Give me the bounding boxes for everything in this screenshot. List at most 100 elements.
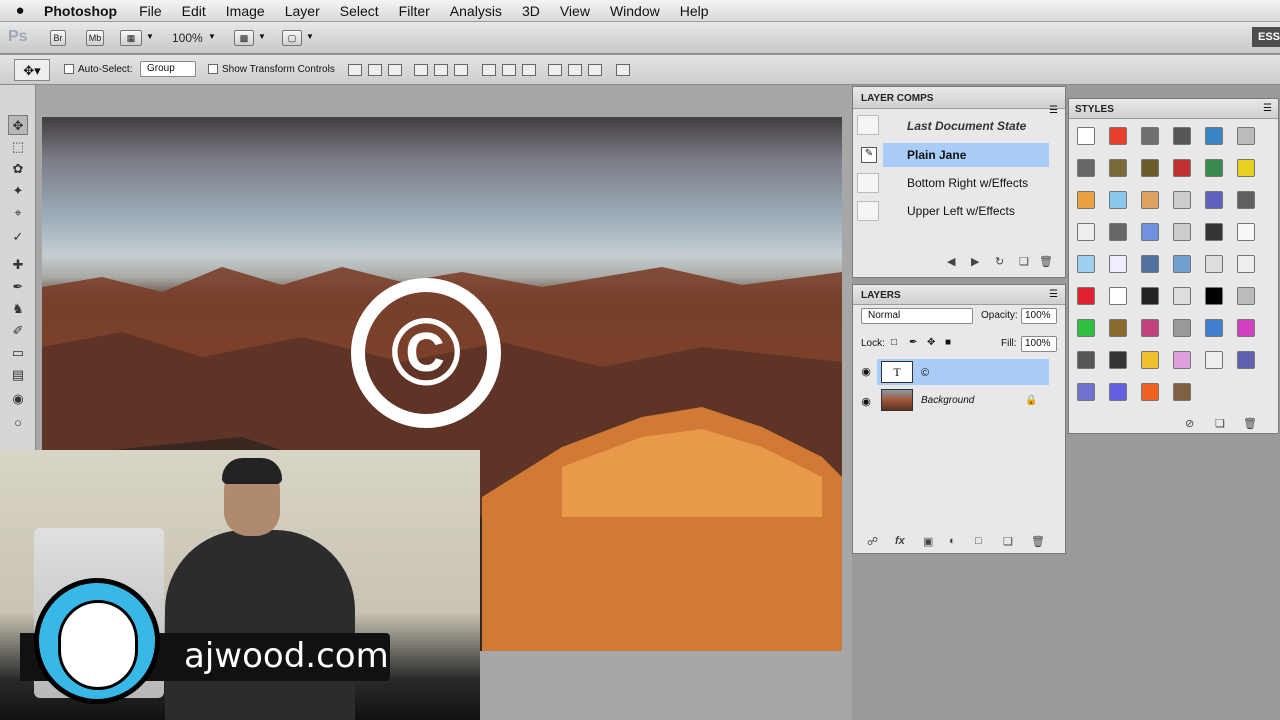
style-swatch[interactable]: [1077, 127, 1095, 145]
menu-edit[interactable]: Edit: [172, 3, 216, 19]
style-swatch[interactable]: [1237, 159, 1255, 177]
comp-item-upper-left[interactable]: Upper Left w/Effects: [883, 201, 1049, 223]
previous-comp-icon[interactable]: ◀: [947, 255, 955, 268]
fill-field[interactable]: 100%: [1021, 336, 1057, 352]
new-layer-icon[interactable]: ❏: [1003, 535, 1013, 548]
style-swatch[interactable]: [1077, 191, 1095, 209]
style-swatch[interactable]: [1141, 159, 1159, 177]
style-swatch[interactable]: [1173, 127, 1191, 145]
style-swatch[interactable]: [1077, 319, 1095, 337]
launch-bridge-button[interactable]: Br: [50, 30, 66, 46]
menu-file[interactable]: File: [129, 3, 172, 19]
style-swatch[interactable]: [1205, 319, 1223, 337]
menu-window[interactable]: Window: [600, 3, 670, 19]
lock-all-icon[interactable]: ■: [945, 337, 951, 348]
menu-filter[interactable]: Filter: [389, 3, 440, 19]
style-swatch[interactable]: [1237, 287, 1255, 305]
layer-name[interactable]: ©: [921, 367, 929, 379]
quick-selection-tool-icon[interactable]: ✦: [8, 181, 28, 201]
align-left-icon[interactable]: [414, 64, 428, 76]
lasso-tool-icon[interactable]: ✿: [8, 159, 28, 179]
style-swatch[interactable]: [1205, 191, 1223, 209]
style-swatch[interactable]: [1109, 287, 1127, 305]
lock-position-icon[interactable]: ✥: [927, 337, 935, 348]
distribute-left-icon[interactable]: [548, 64, 562, 76]
adjustment-layer-icon[interactable]: ◐: [949, 535, 956, 547]
gradient-tool-icon[interactable]: ▤: [8, 365, 28, 385]
style-swatch[interactable]: [1109, 223, 1127, 241]
distribute-hcenter-icon[interactable]: [568, 64, 582, 76]
panel-menu-icon[interactable]: ☰: [1263, 103, 1272, 114]
menu-layer[interactable]: Layer: [275, 3, 330, 19]
menu-help[interactable]: Help: [670, 3, 719, 19]
align-horizontal-center-icon[interactable]: [434, 64, 448, 76]
style-swatch[interactable]: [1205, 255, 1223, 273]
style-swatch[interactable]: [1141, 319, 1159, 337]
healing-brush-tool-icon[interactable]: ✚: [8, 255, 28, 275]
layer-comps-tab[interactable]: LAYER COMPS: [853, 87, 1065, 109]
delete-comp-icon[interactable]: 🗑: [1039, 255, 1053, 268]
align-right-icon[interactable]: [454, 64, 468, 76]
chevron-down-icon[interactable]: ▼: [146, 32, 154, 41]
new-group-icon[interactable]: □: [975, 535, 982, 547]
comp-apply-box[interactable]: [857, 115, 879, 135]
mini-bridge-button[interactable]: Mb: [86, 30, 104, 46]
style-swatch[interactable]: [1237, 351, 1255, 369]
essentials-workspace-button[interactable]: ESS: [1252, 27, 1280, 47]
marquee-tool-icon[interactable]: ⬚: [8, 137, 28, 157]
style-swatch[interactable]: [1173, 351, 1191, 369]
layer-name[interactable]: Background: [921, 395, 974, 406]
eyedropper-tool-icon[interactable]: ✓: [8, 227, 28, 247]
app-menu[interactable]: Photoshop: [40, 3, 129, 19]
next-comp-icon[interactable]: ▶: [971, 255, 979, 268]
brush-tool-icon[interactable]: ✒: [8, 277, 28, 297]
crop-tool-icon[interactable]: ⌖: [8, 203, 28, 223]
style-swatch[interactable]: [1173, 191, 1191, 209]
new-style-icon[interactable]: ❏: [1215, 417, 1225, 430]
style-swatch[interactable]: [1109, 159, 1127, 177]
history-brush-tool-icon[interactable]: ✐: [8, 321, 28, 341]
style-swatch[interactable]: [1173, 319, 1191, 337]
style-swatch[interactable]: [1141, 127, 1159, 145]
distribute-top-icon[interactable]: [482, 64, 496, 76]
comp-apply-box[interactable]: [857, 201, 879, 221]
layers-tab[interactable]: LAYERS: [853, 285, 1065, 305]
style-swatch[interactable]: [1173, 383, 1191, 401]
distribute-center-icon[interactable]: [502, 64, 516, 76]
auto-select-checkbox[interactable]: [64, 64, 74, 74]
view-extras-icon[interactable]: ▦: [120, 30, 142, 46]
style-swatch[interactable]: [1109, 351, 1127, 369]
add-mask-icon[interactable]: ▣: [923, 535, 933, 548]
new-comp-icon[interactable]: ❏: [1019, 255, 1029, 268]
blur-tool-icon[interactable]: ◉: [8, 389, 28, 409]
delete-style-icon[interactable]: 🗑: [1243, 417, 1257, 430]
style-swatch[interactable]: [1237, 223, 1255, 241]
comp-applied-icon[interactable]: ✎: [861, 147, 877, 163]
style-swatch[interactable]: [1109, 127, 1127, 145]
style-swatch[interactable]: [1173, 255, 1191, 273]
chevron-down-icon[interactable]: ▼: [306, 32, 314, 41]
menu-select[interactable]: Select: [330, 3, 389, 19]
style-swatch[interactable]: [1109, 255, 1127, 273]
move-tool-icon[interactable]: ✥: [8, 115, 28, 135]
chevron-down-icon[interactable]: ▼: [258, 32, 266, 41]
distribute-right-icon[interactable]: [588, 64, 602, 76]
zoom-dropdown-icon[interactable]: ▼: [208, 32, 216, 41]
style-swatch[interactable]: [1141, 255, 1159, 273]
comp-item-bottom-right[interactable]: Bottom Right w/Effects: [883, 173, 1049, 195]
panel-menu-icon[interactable]: ☰: [1049, 105, 1058, 116]
clear-style-icon[interactable]: ⊘: [1185, 417, 1194, 430]
menu-image[interactable]: Image: [216, 3, 275, 19]
style-swatch[interactable]: [1205, 287, 1223, 305]
style-swatch[interactable]: [1173, 287, 1191, 305]
align-vertical-center-icon[interactable]: [368, 64, 382, 76]
delete-layer-icon[interactable]: 🗑: [1031, 535, 1045, 548]
styles-tab[interactable]: STYLES: [1069, 99, 1278, 119]
menu-analysis[interactable]: Analysis: [440, 3, 512, 19]
update-comp-icon[interactable]: ↻: [995, 255, 1004, 268]
align-top-icon[interactable]: [348, 64, 362, 76]
menu-3d[interactable]: 3D: [512, 3, 550, 19]
style-swatch[interactable]: [1077, 383, 1095, 401]
style-swatch[interactable]: [1077, 255, 1095, 273]
style-swatch[interactable]: [1141, 191, 1159, 209]
